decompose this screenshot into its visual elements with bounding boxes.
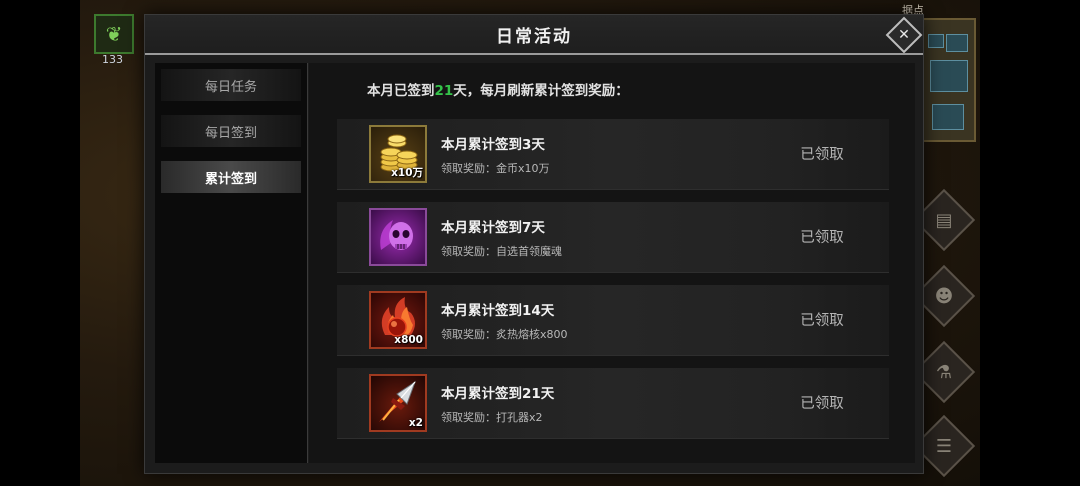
tab-daily-tasks[interactable]: 每日任务 xyxy=(161,69,301,101)
claimed-button[interactable]: 已领取 xyxy=(767,226,877,247)
tab-cumulative-signin[interactable]: 累计签到 xyxy=(161,161,301,193)
quick-item-slot[interactable]: ❦ xyxy=(94,14,134,54)
daily-activity-modal: 日常活动 ✕ 每日任务 每日签到 累计签到 本月已签到21天，每月刷新累计签到奖… xyxy=(144,14,924,474)
reward-title: 本月累计签到3天 xyxy=(441,137,545,153)
reward-quantity: x800 xyxy=(394,334,423,346)
gold-coins-icon: x10万 xyxy=(369,125,427,183)
claimed-button[interactable]: 已领取 xyxy=(767,392,877,413)
list-icon: ☰ xyxy=(935,435,953,457)
drill-spike-icon: x2 xyxy=(369,374,427,432)
sidebar: 每日任务 每日签到 累计签到 xyxy=(155,63,308,463)
close-icon: ✕ xyxy=(898,27,910,43)
claimed-button[interactable]: 已领取 xyxy=(767,309,877,330)
claimed-button[interactable]: 已领取 xyxy=(767,143,877,164)
reward-title: 本月累计签到21天 xyxy=(441,386,555,402)
purple-skull-soul-icon xyxy=(369,208,427,266)
reward-row-7-days: 本月累计签到7天 领取奖励：自选首领魔魂 已领取 xyxy=(337,202,889,273)
minimap[interactable] xyxy=(920,18,976,142)
reward-quantity: x2 xyxy=(408,417,423,429)
fire-core-icon: x800 xyxy=(369,291,427,349)
reward-title: 本月累计签到7天 xyxy=(441,220,545,236)
reward-description: 领取奖励：炙热熔核x800 xyxy=(441,328,568,341)
signin-days: 21 xyxy=(434,83,454,99)
reward-description: 领取奖励：金币x10万 xyxy=(441,162,550,175)
background-left xyxy=(0,0,80,486)
reward-title: 本月累计签到14天 xyxy=(441,303,555,319)
modal-title: 日常活动 xyxy=(496,27,572,47)
signin-summary: 本月已签到21天，每月刷新累计签到奖励： xyxy=(367,79,629,99)
tab-daily-signin[interactable]: 每日签到 xyxy=(161,115,301,147)
reward-row-21-days: x2 本月累计签到21天 领取奖励：打孔器x2 已领取 xyxy=(337,368,889,439)
reward-quantity: x10万 xyxy=(391,167,423,179)
reward-row-14-days: x800 本月累计签到14天 领取奖励：炙热熔核x800 已领取 xyxy=(337,285,889,356)
summary-suffix: 天，每月刷新累计签到奖励： xyxy=(453,83,629,99)
leaf-item-icon: ❦ xyxy=(105,22,123,46)
item-count: 133 xyxy=(102,53,123,66)
reward-list-panel: 本月已签到21天，每月刷新累计签到奖励： x10万 本月累计签到3天 领取奖励：… xyxy=(309,63,915,463)
background-right xyxy=(980,0,1080,486)
modal-header: 日常活动 ✕ xyxy=(145,15,923,55)
potion-icon: ⚗ xyxy=(935,361,953,383)
people-icon: ☻ xyxy=(934,285,954,307)
reward-description: 领取奖励：打孔器x2 xyxy=(441,411,543,424)
summary-prefix: 本月已签到 xyxy=(367,83,435,99)
scroll-icon: ▤ xyxy=(935,209,953,231)
reward-description: 领取奖励：自选首领魔魂 xyxy=(441,245,562,258)
reward-row-3-days: x10万 本月累计签到3天 领取奖励：金币x10万 已领取 xyxy=(337,119,889,190)
